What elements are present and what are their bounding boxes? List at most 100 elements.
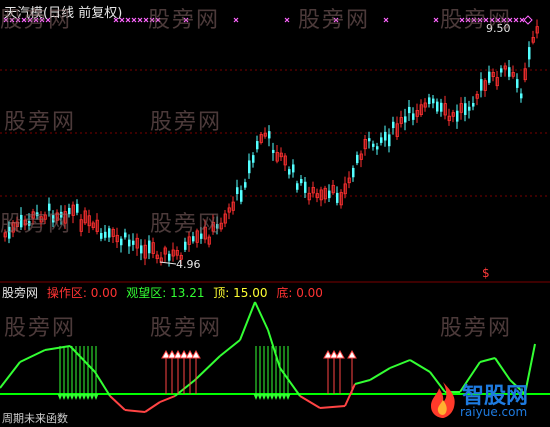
candle [248, 153, 251, 179]
watermark: 股旁网 [4, 110, 77, 135]
green-arrow-down-icon [69, 346, 75, 400]
candle [244, 178, 247, 190]
candle [87, 209, 91, 233]
candle [372, 140, 375, 151]
candle [395, 116, 399, 140]
indicator-line-segment [409, 359, 431, 373]
indicator-line-segment [0, 361, 21, 389]
site-logo: 智股网 raiyue.com [426, 378, 544, 422]
indicator-line-segment [319, 405, 346, 409]
green-arrow-down-icon [61, 346, 67, 400]
indicator-header: 股旁网 操作区: 0.00 观望区: 13.21 顶: 15.00 底: 0.0… [2, 284, 328, 301]
green-arrow-down-icon [93, 346, 99, 400]
candle [275, 144, 279, 164]
indicator-line-segment [239, 301, 256, 341]
candle [432, 94, 435, 109]
candle [359, 150, 363, 168]
signal-marker: $ [482, 266, 490, 280]
candle [352, 165, 355, 182]
candle [315, 188, 319, 203]
candle [475, 91, 479, 106]
candle [491, 68, 495, 82]
green-arrow-down-icon [265, 346, 271, 400]
green-arrow-down-icon [269, 346, 275, 400]
candle [443, 95, 447, 120]
indicator-line-segment [219, 339, 241, 357]
candle [464, 96, 467, 122]
candle [148, 235, 151, 260]
candle [380, 132, 383, 146]
candle [155, 250, 159, 264]
candle [171, 242, 175, 262]
candle [399, 110, 403, 128]
indicator-line-segment [494, 357, 511, 381]
candle [91, 220, 95, 231]
indicator-line-segment [369, 367, 391, 381]
candle [500, 65, 503, 77]
top-value: 顶: 15.00 [213, 286, 268, 300]
chart-stage[interactable]: 天汽模(日线 前复权) 9.50 4.96 $ 股旁网 操作区: 0.00 观望… [0, 0, 550, 427]
candle [511, 65, 515, 79]
magenta-cross-icon [284, 17, 290, 23]
watch-zone-value: 观望区: 13.21 [126, 286, 205, 300]
candle [388, 128, 391, 153]
candle [347, 171, 351, 189]
candle [231, 196, 235, 215]
green-arrow-down-icon [57, 346, 63, 400]
watermark: 股旁网 [150, 212, 223, 237]
indicator-line-segment [44, 345, 71, 351]
indicator-line-segment [159, 395, 176, 403]
indicator-name: 股旁网 [2, 286, 39, 300]
candle [132, 233, 135, 251]
indicator-line-segment [389, 359, 411, 369]
candle [236, 179, 239, 201]
candle [100, 228, 103, 242]
magenta-cross-icon [137, 17, 143, 23]
green-arrow-down-icon [65, 346, 71, 400]
candle [76, 199, 79, 216]
candle [419, 99, 423, 117]
green-arrow-down-icon [281, 346, 287, 400]
low-price-label: 4.96 [176, 258, 201, 271]
candle [384, 125, 387, 147]
candles-group [3, 19, 539, 267]
candle [128, 234, 131, 254]
candle [120, 236, 123, 253]
indicator-line-segment [109, 395, 126, 411]
red-arrow-up-icon [191, 349, 201, 394]
flame-icon [431, 382, 455, 418]
green-arrow-down-icon [261, 346, 267, 400]
candle [163, 245, 167, 262]
green-arrow-down-icon [257, 346, 263, 400]
candle [296, 180, 299, 193]
candle [240, 185, 243, 205]
candle [71, 201, 75, 224]
watermark: 股旁网 [150, 316, 223, 341]
watermark: 股旁网 [0, 8, 73, 33]
candle [283, 153, 287, 172]
candle [272, 142, 275, 161]
watermark: 股旁网 [0, 212, 73, 237]
green-arrow-down-icon [89, 346, 95, 400]
bottom-value: 底: 0.00 [276, 286, 323, 300]
candle [376, 142, 379, 155]
candle [111, 227, 115, 244]
candle [480, 72, 483, 98]
indicator-line-segment [299, 395, 321, 409]
candlestick-chart[interactable] [0, 0, 550, 427]
candle [516, 73, 519, 93]
candle [124, 228, 127, 240]
candle [520, 88, 523, 103]
watermark: 股旁网 [148, 8, 221, 33]
candle [263, 127, 267, 139]
green-arrow-down-icon [273, 346, 279, 400]
indicator-line-segment [94, 371, 111, 397]
candle [143, 239, 147, 266]
magenta-cross-icon [433, 17, 439, 23]
candle [488, 65, 491, 85]
candle [184, 237, 187, 253]
candle [392, 116, 395, 135]
red-arrow-up-icon [335, 349, 345, 394]
indicator-line-segment [479, 357, 496, 363]
watermark: 股旁网 [440, 316, 513, 341]
